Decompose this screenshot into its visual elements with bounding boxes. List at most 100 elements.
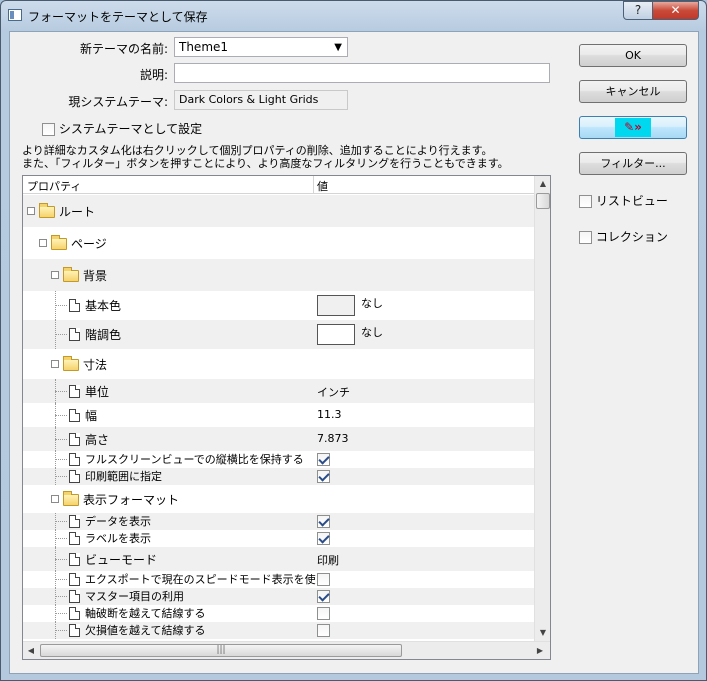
tree-connector (55, 596, 67, 597)
tree-connector (55, 605, 56, 622)
scroll-left-icon[interactable]: ◀ (23, 643, 39, 659)
column-header-property[interactable]: プロパティ (27, 178, 81, 194)
column-header-value[interactable]: 値 (317, 178, 328, 194)
document-icon (69, 299, 80, 312)
tree-folder-row[interactable]: 寸法 (23, 349, 534, 379)
property-value[interactable]: 7.873 (317, 432, 349, 445)
ok-button[interactable]: OK (579, 44, 687, 67)
vertical-scrollbar[interactable]: ▲ ▼ (534, 176, 550, 641)
property-value[interactable]: 11.3 (317, 408, 342, 421)
cancel-button[interactable]: キャンセル (579, 80, 687, 103)
tree-item-label: マスター項目の利用 (85, 590, 184, 603)
property-grid[interactable]: プロパティ 値 ルートページ背景 基本色 なし階調色 なし寸法 単位 インチ幅 11.3 高さ… (22, 175, 551, 660)
theme-name-label: 新テーマの名前: (79, 42, 168, 56)
tree-connector (55, 622, 56, 639)
tree-item-label: データを表示 (85, 515, 151, 528)
horizontal-scrollbar[interactable]: ◀ ||| ▶ (23, 641, 550, 659)
filter-button[interactable]: フィルター... (579, 152, 687, 175)
tree-folder-row[interactable]: 表示フォーマット (23, 485, 534, 513)
tree-connector (55, 427, 56, 451)
grid-header: プロパティ 値 (23, 176, 534, 194)
close-button[interactable]: ✕ (652, 1, 699, 20)
tree-connector (55, 476, 67, 477)
tree-item-label: 階調色 (85, 328, 122, 342)
collection-checkbox[interactable] (579, 231, 592, 244)
collection-option[interactable]: コレクション (579, 228, 668, 245)
property-value[interactable]: 印刷 (317, 552, 339, 568)
property-checkbox[interactable] (317, 607, 330, 620)
horizontal-scroll-thumb[interactable]: ||| (40, 644, 402, 657)
collapse-toggle-icon[interactable] (51, 271, 59, 279)
vertical-scroll-thumb[interactable] (536, 193, 550, 209)
chevron-down-icon[interactable]: ▼ (334, 41, 342, 55)
property-checkbox[interactable] (317, 590, 330, 603)
tree-item-row[interactable]: データを表示 (23, 513, 534, 530)
property-checkbox[interactable] (317, 532, 330, 545)
system-theme-value: Dark Colors & Light Grids (174, 90, 348, 110)
tree-folder-row[interactable]: 背景 (23, 259, 534, 291)
property-checkbox[interactable] (317, 515, 330, 528)
tree-connector (55, 379, 56, 403)
folder-icon (39, 203, 55, 218)
tree-item-label: エクスポートで現在のスピードモード表示を使う (85, 573, 327, 586)
document-icon (69, 453, 80, 466)
tree-item-row[interactable]: エクスポートで現在のスピードモード表示を使う (23, 571, 534, 588)
tree-connector (55, 630, 67, 631)
property-value[interactable]: インチ (317, 384, 350, 400)
property-checkbox[interactable] (317, 470, 330, 483)
property-value[interactable]: なし (361, 295, 383, 311)
tree-item-label: 印刷範囲に指定 (85, 470, 162, 483)
document-icon (69, 624, 80, 637)
tree-item-row[interactable]: ビューモード 印刷 (23, 547, 534, 571)
collapse-toggle-icon[interactable] (39, 239, 47, 247)
tree-item-row[interactable]: 基本色 なし (23, 291, 534, 320)
scroll-right-icon[interactable]: ▶ (532, 643, 548, 659)
color-swatch[interactable] (317, 324, 355, 345)
color-swatch[interactable] (317, 295, 355, 316)
property-checkbox[interactable] (317, 453, 330, 466)
property-value[interactable]: なし (361, 324, 383, 340)
collapse-toggle-icon[interactable] (27, 207, 35, 215)
title-bar[interactable]: フォーマットをテーマとして保存 ? ✕ (1, 1, 706, 29)
tree-item-row[interactable]: 単位 インチ (23, 379, 534, 403)
system-theme-label: 現システムテーマ: (68, 95, 168, 109)
help-button[interactable]: ? (623, 1, 653, 20)
tree-item-row[interactable]: フルスクリーンビューでの縦横比を保持する (23, 451, 534, 468)
collapse-toggle-icon[interactable] (51, 495, 59, 503)
list-view-checkbox[interactable] (579, 195, 592, 208)
set-system-theme-option[interactable]: システムテーマとして設定 (42, 120, 202, 137)
column-divider[interactable] (313, 176, 314, 194)
document-icon (69, 515, 80, 528)
tree-connector (55, 521, 67, 522)
window-icon (8, 9, 22, 21)
description-input[interactable] (174, 63, 550, 83)
tree-folder-row[interactable]: ルート (23, 195, 534, 227)
tree-connector (55, 538, 67, 539)
tree-connector (55, 334, 67, 335)
list-view-option[interactable]: リストビュー (579, 192, 668, 209)
tree-item-row[interactable]: 軸破断を越えて結線する (23, 605, 534, 622)
instructions-line-1: より詳細なカスタム化は右クリックして個別プロパティの削除、追加することにより行え… (22, 144, 493, 157)
tree-connector (55, 451, 56, 468)
theme-name-combobox[interactable]: Theme1 ▼ (174, 37, 348, 57)
tree-folder-row[interactable]: ページ (23, 227, 534, 259)
scroll-up-icon[interactable]: ▲ (535, 176, 550, 192)
set-system-theme-checkbox[interactable] (42, 123, 55, 136)
tree-folder-label: ページ (71, 237, 107, 251)
tree-item-row[interactable]: 欠損値を越えて結線する (23, 622, 534, 639)
tree-item-row[interactable]: 高さ 7.873 (23, 427, 534, 451)
document-icon (69, 470, 80, 483)
tree-item-row[interactable]: 幅 11.3 (23, 403, 534, 427)
property-checkbox[interactable] (317, 573, 330, 586)
document-icon (69, 553, 80, 566)
collapse-toggle-icon[interactable] (51, 360, 59, 368)
tree-item-row[interactable]: ラベルを表示 (23, 530, 534, 547)
scroll-down-icon[interactable]: ▼ (535, 625, 550, 641)
tree-item-row[interactable]: 階調色 なし (23, 320, 534, 349)
property-checkbox[interactable] (317, 624, 330, 637)
tree-connector (55, 588, 56, 605)
tree-connector (55, 305, 67, 306)
tree-item-row[interactable]: マスター項目の利用 (23, 588, 534, 605)
tree-item-row[interactable]: 印刷範囲に指定 (23, 468, 534, 485)
theme-options-button[interactable]: ✎» (579, 116, 687, 139)
